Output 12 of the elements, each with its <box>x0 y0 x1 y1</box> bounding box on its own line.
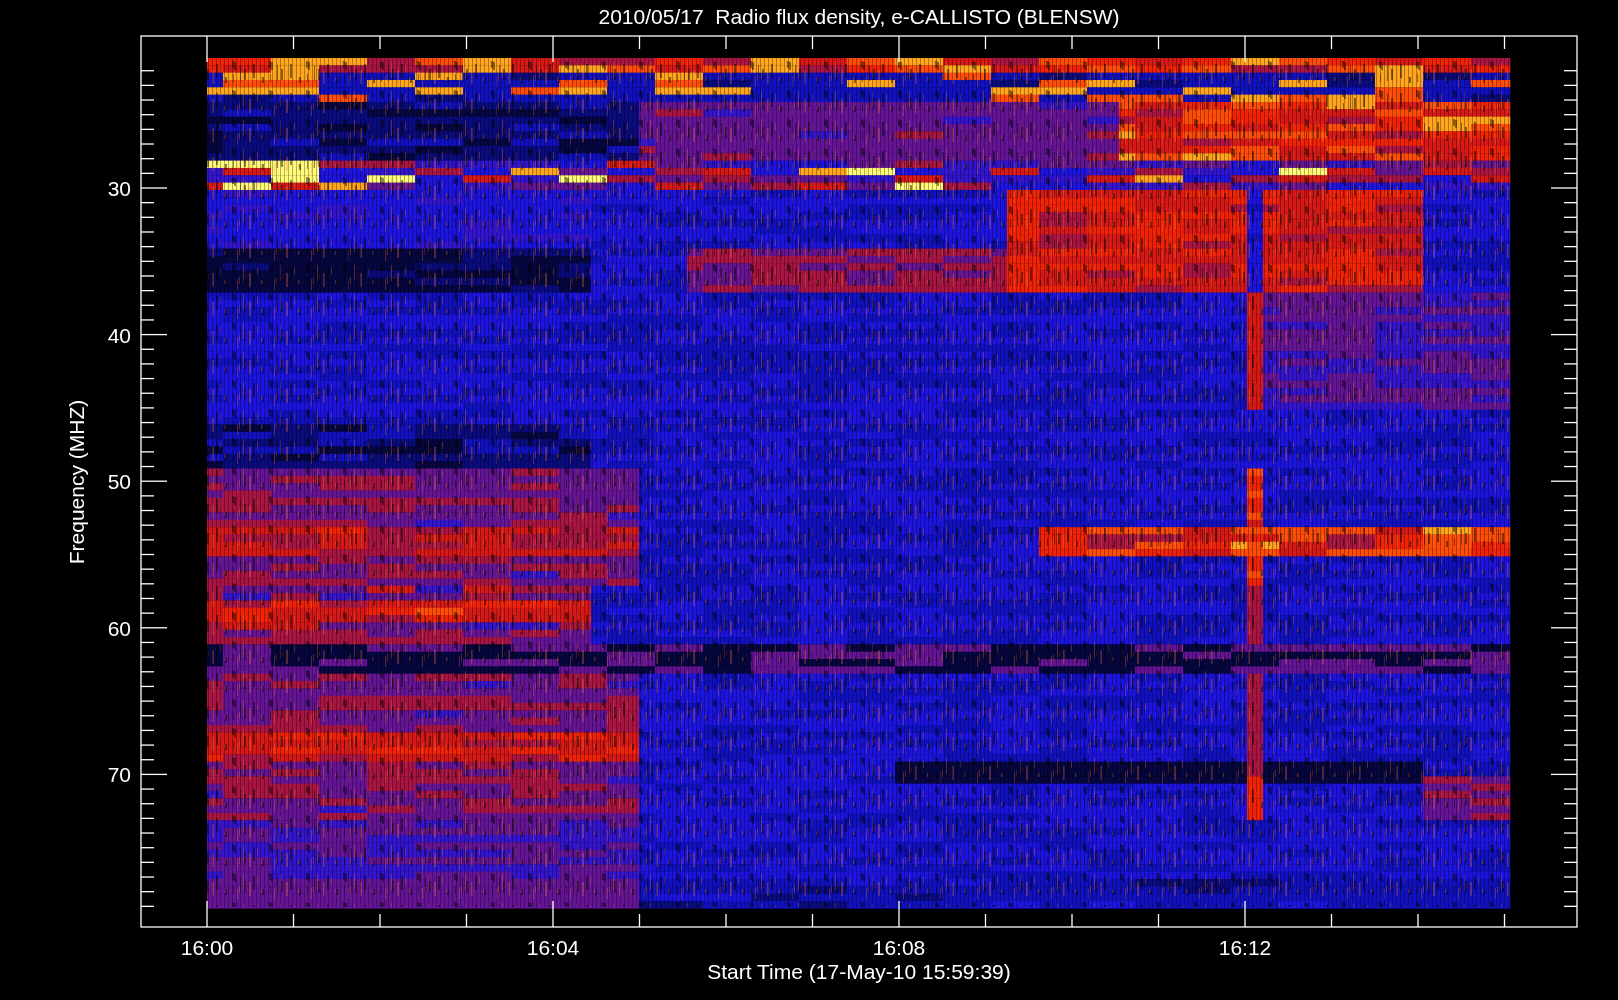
tick-label: 50 <box>107 470 131 494</box>
tick-label: 60 <box>107 616 131 640</box>
tick-label: 16:00 <box>180 936 234 959</box>
tick-label: 70 <box>107 763 131 787</box>
plot-title: 2010/05/17 Radio flux density, e-CALLISTO (BLENSW) <box>598 5 1120 28</box>
tick-label: 16:08 <box>872 936 926 959</box>
tick-label: 16:12 <box>1218 936 1272 959</box>
tick-label: 40 <box>107 323 131 347</box>
tick-label: 16:04 <box>526 936 580 959</box>
axis-label: Frequency (MHZ) <box>65 399 88 565</box>
axis-label: Start Time (17-May-10 15:59:39) <box>707 960 1011 983</box>
tick-label: 30 <box>107 177 131 200</box>
